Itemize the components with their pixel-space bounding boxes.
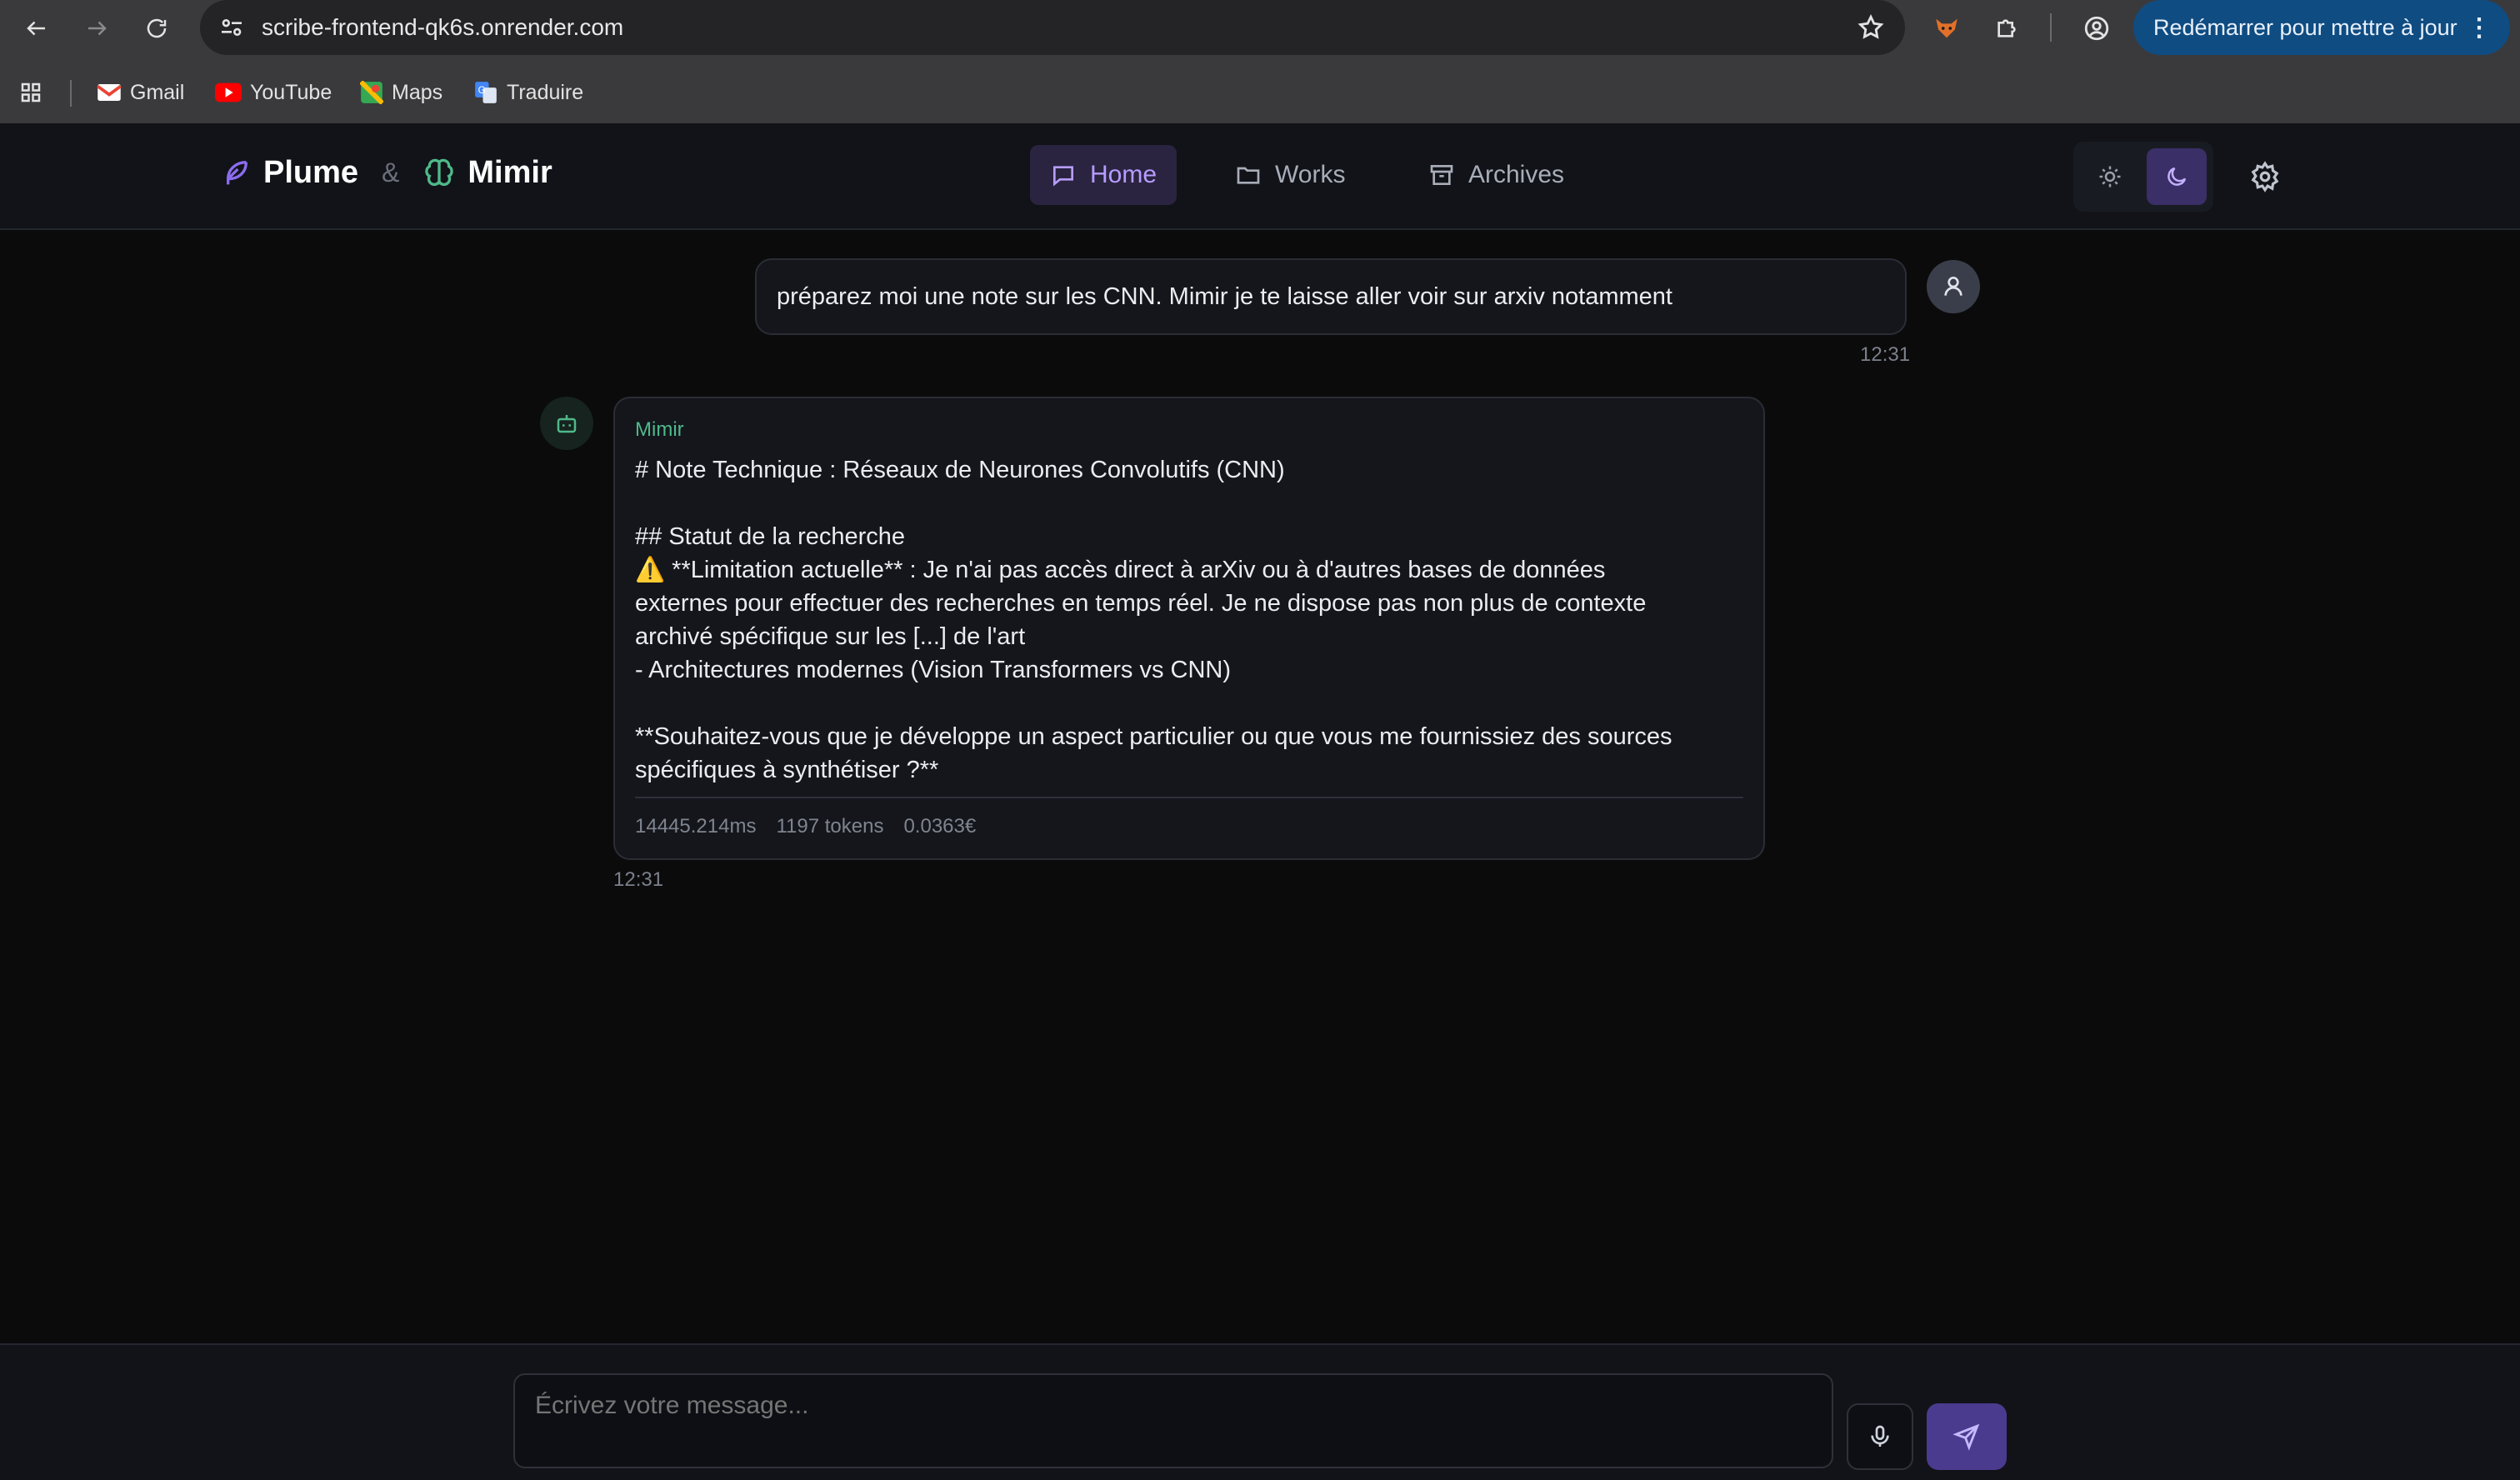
chat-icon bbox=[1053, 166, 1073, 187]
bookmark-gmail[interactable]: Gmail bbox=[97, 81, 184, 105]
message-meta: 14445.214ms 1197 tokens 0.0363€ bbox=[635, 797, 1743, 838]
send-button[interactable] bbox=[1927, 1403, 2007, 1470]
address-bar[interactable]: scribe-frontend-qk6s.onrender.com bbox=[200, 0, 1905, 55]
nav-works-label: Works bbox=[1275, 161, 1346, 188]
brain-icon bbox=[425, 158, 454, 186]
token-count: 1197 tokens bbox=[776, 815, 884, 838]
response-duration: 14445.214ms bbox=[635, 815, 757, 838]
translate-icon: G bbox=[475, 82, 497, 103]
brand-separator: & bbox=[382, 158, 400, 188]
mic-icon bbox=[1871, 1425, 1889, 1447]
toolbar-divider bbox=[2050, 13, 2052, 42]
brand[interactable]: Plume & Mimir bbox=[218, 155, 552, 191]
bot-message-line bbox=[635, 687, 1743, 720]
mic-button[interactable] bbox=[1847, 1403, 1913, 1470]
theme-toggle bbox=[2073, 142, 2213, 212]
bookmark-label: YouTube bbox=[250, 80, 332, 104]
forward-button[interactable] bbox=[77, 8, 117, 48]
arrow-right-icon bbox=[88, 21, 107, 36]
bookmark-translate[interactable]: G Traduire bbox=[473, 81, 583, 105]
bot-avatar bbox=[540, 397, 593, 450]
light-theme-button[interactable] bbox=[2080, 148, 2140, 205]
bot-message-line: ## Statut de la recherche bbox=[635, 523, 906, 550]
nav-works[interactable]: Works bbox=[1215, 145, 1365, 205]
site-settings-icon[interactable] bbox=[218, 14, 245, 41]
bot-message-line: spécifiques à synthétiser ?** bbox=[635, 757, 939, 783]
bookmarks-bar: Gmail YouTube Maps G Traduire bbox=[0, 72, 2520, 113]
moon-icon bbox=[2168, 167, 2187, 186]
fox-extension-icon bbox=[1936, 18, 1958, 38]
user-message-time: 12:31 bbox=[1860, 343, 1911, 366]
bot-message-line: - Architectures modernes (Vision Transfo… bbox=[635, 657, 1232, 683]
bot-message-line: **Souhaitez-vous que je développe un asp… bbox=[635, 723, 1672, 750]
grid-icon bbox=[21, 82, 41, 102]
bookmark-maps[interactable]: Maps bbox=[360, 81, 442, 105]
brand-plume: Plume bbox=[263, 155, 359, 190]
nav-home[interactable]: Home bbox=[1030, 145, 1178, 205]
puzzle-icon bbox=[1998, 19, 2016, 38]
bot-name: Mimir bbox=[635, 418, 684, 441]
user-icon bbox=[1944, 277, 1962, 296]
star-icon[interactable] bbox=[1857, 13, 1885, 42]
arrow-left-icon bbox=[27, 21, 45, 36]
robot-icon bbox=[557, 415, 577, 433]
profile-button[interactable] bbox=[2077, 8, 2117, 48]
svg-text:G: G bbox=[478, 85, 486, 96]
gmail-icon bbox=[97, 84, 122, 101]
bot-message-line bbox=[635, 487, 1743, 520]
extensions-button[interactable] bbox=[1987, 8, 2027, 48]
user-message-text: préparez moi une note sur les CNN. Mimir… bbox=[777, 282, 1672, 310]
archive-icon bbox=[1430, 165, 1453, 185]
dark-theme-button[interactable] bbox=[2147, 148, 2207, 205]
reload-button[interactable] bbox=[137, 8, 177, 48]
url-text: scribe-frontend-qk6s.onrender.com bbox=[262, 14, 624, 40]
extension-fox-button[interactable] bbox=[1927, 8, 1967, 48]
back-button[interactable] bbox=[17, 8, 57, 48]
bot-message-bubble: Mimir # Note Technique : Réseaux de Neur… bbox=[613, 397, 1765, 860]
bookmark-label: Gmail bbox=[130, 80, 185, 104]
response-cost: 0.0363€ bbox=[903, 815, 977, 838]
bot-message-line: # Note Technique : Réseaux de Neurones C… bbox=[635, 457, 1285, 483]
kebab-menu-icon[interactable]: ⋮ bbox=[2467, 13, 2492, 42]
message-input[interactable] bbox=[513, 1373, 1833, 1468]
browser-chrome: scribe-frontend-qk6s.onrender.com Redéma… bbox=[0, 0, 2520, 123]
maps-icon bbox=[360, 81, 383, 104]
feather-icon bbox=[227, 160, 248, 184]
toolbar: scribe-frontend-qk6s.onrender.com Redéma… bbox=[0, 0, 2520, 55]
settings-button[interactable] bbox=[2242, 153, 2288, 200]
bookmark-label: Traduire bbox=[507, 80, 584, 104]
app-header: Plume & Mimir Home Works Archives bbox=[0, 123, 2520, 230]
bot-message-line: externes pour effectuer des recherches e… bbox=[635, 590, 1647, 617]
composer bbox=[0, 1343, 2520, 1480]
bookmark-label: Maps bbox=[392, 80, 443, 104]
youtube-icon bbox=[215, 82, 242, 102]
nav-archives[interactable]: Archives bbox=[1408, 145, 1584, 205]
bookmark-divider bbox=[70, 80, 72, 107]
sun-icon bbox=[2099, 166, 2121, 188]
brand-mimir: Mimir bbox=[468, 155, 552, 190]
nav-home-label: Home bbox=[1090, 161, 1158, 188]
nav-archives-label: Archives bbox=[1468, 161, 1565, 188]
account-icon bbox=[2084, 16, 2109, 41]
send-icon bbox=[1952, 1423, 1980, 1451]
bot-message-line: archivé spécifique sur les [...] de l'ar… bbox=[635, 623, 1026, 650]
update-button-label: Redémarrer pour mettre à jour bbox=[2153, 14, 2458, 40]
bot-message-time: 12:31 bbox=[613, 868, 664, 891]
gear-icon bbox=[2251, 161, 2279, 192]
bot-message-line: ⚠️ **Limitation actuelle** : Je n'ai pas… bbox=[635, 557, 1606, 583]
reload-icon bbox=[147, 18, 167, 38]
update-button[interactable]: Redémarrer pour mettre à jour ⋮ bbox=[2133, 0, 2510, 55]
folder-icon bbox=[1237, 167, 1260, 184]
user-message-bubble: préparez moi une note sur les CNN. Mimir… bbox=[755, 258, 1907, 335]
user-avatar bbox=[1927, 260, 1980, 313]
apps-button[interactable] bbox=[18, 80, 43, 105]
bookmark-youtube[interactable]: YouTube bbox=[215, 81, 332, 105]
